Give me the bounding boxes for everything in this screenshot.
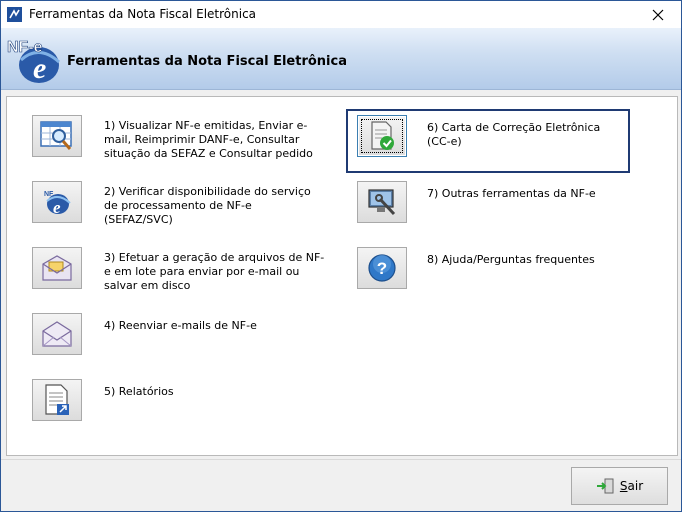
svg-text:e: e: [53, 198, 61, 217]
help-question-icon: ?: [368, 254, 396, 282]
tools-monitor-icon: [368, 189, 396, 216]
svg-text:e: e: [33, 52, 46, 85]
tool-1-label: 1) Visualizar NF-e emitidas, Enviar e-ma…: [104, 119, 313, 160]
svg-text:NF: NF: [44, 191, 54, 198]
envelope-files-icon: [42, 255, 72, 281]
tool-3-label: 3) Efetuar a geração de arquivos de NF-e…: [104, 251, 325, 292]
tool-7-label: 7) Outras ferramentas da NF-e: [427, 187, 596, 200]
close-icon: [652, 9, 664, 20]
exit-button[interactable]: Sair: [571, 467, 668, 505]
app-icon: [7, 7, 22, 22]
document-check-icon: [371, 121, 394, 150]
tool-6-label: 6) Carta de Correção Eletrônica (CC-e): [427, 121, 601, 148]
close-button[interactable]: [635, 1, 681, 28]
svg-text:?: ?: [377, 259, 387, 278]
envelope-icon: [42, 321, 72, 347]
nfe-globe-icon: e NF: [44, 191, 71, 217]
tool-6-button[interactable]: [357, 115, 407, 157]
tool-2-button[interactable]: e NF: [32, 181, 82, 223]
exit-button-label: Sair: [619, 479, 644, 493]
tool-3-button[interactable]: [32, 247, 82, 289]
tools-panel: 1) Visualizar NF-e emitidas, Enviar e-ma…: [6, 96, 678, 456]
magnifier-table-icon: [40, 121, 72, 150]
report-document-icon: [45, 384, 69, 415]
tool-4-label: 4) Reenviar e-mails de NF-e: [104, 319, 257, 332]
tool-2-label: 2) Verificar disponibilidade do serviço …: [104, 185, 311, 226]
tool-8-label: 8) Ajuda/Perguntas frequentes: [427, 253, 595, 266]
app-window: Ferramentas da Nota Fiscal Eletrônica NF…: [0, 0, 682, 512]
nfe-logo-icon: NF-e e: [7, 39, 61, 85]
window-title: Ferramentas da Nota Fiscal Eletrônica: [29, 7, 257, 21]
exit-door-icon: [596, 478, 614, 494]
title-bar: Ferramentas da Nota Fiscal Eletrônica: [1, 1, 681, 28]
tool-5-button[interactable]: [32, 379, 82, 421]
tool-4-button[interactable]: [32, 313, 82, 355]
tool-1-button[interactable]: [32, 115, 82, 157]
tool-7-button[interactable]: [357, 181, 407, 223]
tool-8-button[interactable]: ?: [357, 247, 407, 289]
tool-5-label: 5) Relatórios: [104, 385, 174, 398]
header-banner: NF-e e Ferramentas da Nota Fiscal Eletrô…: [1, 28, 681, 90]
header-title: Ferramentas da Nota Fiscal Eletrônica: [67, 54, 347, 69]
